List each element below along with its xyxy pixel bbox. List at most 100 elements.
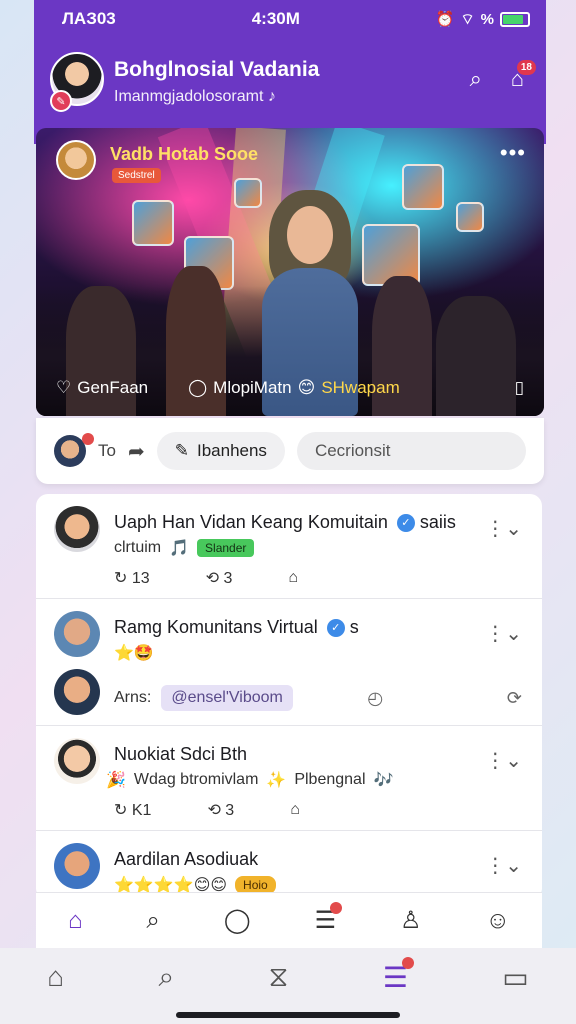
verified-icon: ✓ <box>326 619 345 638</box>
stream-tag: Sedstrel <box>112 168 161 183</box>
home-indicator[interactable] <box>176 1012 400 1018</box>
smile-emoji-icon: 😊 <box>297 378 316 397</box>
bell-icon[interactable]: ⌂ <box>290 801 300 819</box>
post-author-name[interactable]: Nuokiat Sdci Bth <box>114 742 526 766</box>
post-avatar[interactable] <box>54 843 100 889</box>
share-action[interactable]: ⟲ 3 <box>206 568 233 588</box>
comment-icon[interactable]: ◯ <box>188 378 207 398</box>
more-options-icon[interactable]: ••• <box>500 140 526 166</box>
post-menu-icon[interactable]: ⋮⌄ <box>485 748 522 773</box>
post-avatar[interactable] <box>54 506 100 552</box>
share-icon[interactable]: ➦ <box>128 439 145 464</box>
like-icon: ↻ <box>114 802 128 819</box>
wifi-icon: ⌔ <box>460 10 475 28</box>
feed-post[interactable]: Ramg Komunitans Virtual ✓ s ⭐🤩 Arns: @en… <box>36 599 542 726</box>
mention-avatar[interactable] <box>54 669 100 715</box>
post-input-field[interactable]: Cecrionsit <box>296 432 526 470</box>
feed-post[interactable]: Aardilan Asodiuak ⭐⭐⭐⭐😊😊 Hoio ⋮⌄ <box>36 831 542 900</box>
search-tab-icon[interactable]: ⌕ <box>146 907 159 935</box>
post-author-name[interactable]: Ramg Komunitans Virtual <box>114 617 318 637</box>
page-subtitle-text: Imanmgjadolosoramt <box>114 88 264 105</box>
post-author-suffix: s <box>349 617 359 637</box>
feed-nav-icon[interactable]: ☰ <box>383 956 414 994</box>
home-tab-icon[interactable]: ⌂ <box>68 907 83 935</box>
repost-icon[interactable]: ⟳ <box>507 688 522 709</box>
verified-icon: ✓ <box>396 514 415 533</box>
share-count: 3 <box>223 570 233 587</box>
post-menu-icon[interactable]: ⋮⌄ <box>485 621 522 646</box>
bookmark-icon[interactable]: ▯ <box>515 378 524 398</box>
profile-tab-icon[interactable]: ♙ <box>400 906 422 935</box>
messages-nav-icon[interactable]: ▭ <box>502 961 528 994</box>
share-count: 3 <box>225 802 235 819</box>
bell-icon[interactable]: ⌂ <box>288 569 298 587</box>
presenter-face <box>287 206 333 264</box>
live-badge-icon: ✎ <box>50 90 72 112</box>
floating-photo-card <box>132 200 174 246</box>
post-meta-text: clrtuim <box>114 539 162 556</box>
like-count: 13 <box>131 570 150 587</box>
timeline-nav-icon[interactable]: ⧖ <box>269 961 289 994</box>
stream-actions: ♡ GenFaan ◯ MlopiMatn 😊 SHwapam ▯ <box>36 378 544 398</box>
post-menu-icon[interactable]: ⋮⌄ <box>485 516 522 541</box>
app-tab-bar: ⌂ ⌕ ◯ ☰ ♙ ☺ <box>36 892 542 948</box>
share-chip[interactable]: ✎ Ibanhens <box>156 432 285 470</box>
alarm-icon: ⏰ <box>435 11 455 28</box>
like-icon[interactable]: ♡ <box>56 378 71 398</box>
music-emoji-icon: 🎵 <box>169 540 190 557</box>
post-author: Ramg Komunitans Virtual ✓ s <box>114 615 526 639</box>
pencil-icon: ✎ <box>174 441 189 460</box>
to-label: To <box>98 441 116 460</box>
post-actions: ↻ 13 ⟲ 3 ⌂ <box>114 568 526 588</box>
post-author-name[interactable]: Uaph Han Vidan Keang Komuitain <box>114 512 388 532</box>
like-icon: ↻ <box>114 570 128 587</box>
share-action[interactable]: ⟲ 3 <box>207 800 234 820</box>
mention-row: Arns: @ensel'Viboom ◴ ⟳ <box>114 685 522 711</box>
post-emojis: ⭐🤩 <box>114 645 154 662</box>
floating-photo-card <box>234 178 262 208</box>
home-nav-icon[interactable]: ⌂ <box>47 961 64 993</box>
page-subtitle: Imanmgjadolosoramt ♪ <box>114 88 276 106</box>
music-emoji-icon: 🎶 <box>373 772 394 789</box>
live-stream-card[interactable]: Vadb Hotab Sooe Sedstrel ••• ♡ GenFaan ◯… <box>36 128 544 416</box>
emoji-button[interactable]: SHwapam <box>321 378 399 398</box>
timer-icon[interactable]: ◴ <box>367 688 383 709</box>
like-button[interactable]: GenFaan <box>77 378 148 398</box>
mention-chip[interactable]: @ensel'Viboom <box>161 685 293 711</box>
post-avatar[interactable] <box>54 738 100 784</box>
post-avatar[interactable] <box>54 611 100 657</box>
search-nav-icon[interactable]: ⌕ <box>159 961 175 994</box>
post-meta: 🎉 Wdag btromivlam ✨ Plbengnal 🎶 <box>106 770 526 790</box>
status-indicators: ⏰ ⌔ % <box>436 10 530 29</box>
friends-tab-icon[interactable]: ☺ <box>486 907 511 935</box>
battery-icon <box>500 11 530 27</box>
post-composer: To ➦ ✎ Ibanhens Cecrionsit <box>36 418 544 484</box>
post-author-suffix: saiis <box>419 512 456 532</box>
clock-label: 4:30M <box>251 9 300 28</box>
retweet-icon: ⟲ <box>207 802 221 819</box>
post-author-name[interactable]: Aardilan Asodiuak <box>114 847 526 871</box>
retweet-icon: ⟲ <box>205 570 220 587</box>
comment-button[interactable]: MlopiMatn <box>213 378 291 398</box>
mention-actions: ◴ ⟳ <box>367 688 522 709</box>
floating-photo-card <box>402 164 444 210</box>
feed-post[interactable]: Uaph Han Vidan Keang Komuitain ✓ saiis c… <box>36 494 542 599</box>
chat-tab-icon[interactable]: ◯ <box>224 906 251 935</box>
like-action[interactable]: ↻ 13 <box>114 568 150 588</box>
carrier-label: ЛАЗ03 <box>62 9 116 28</box>
search-icon[interactable]: ⌕ <box>470 66 482 92</box>
emoji-group-icon: 🎉 <box>106 772 126 789</box>
feed-post[interactable]: Nuokiat Sdci Bth 🎉 Wdag btromivlam ✨ Plb… <box>36 726 542 831</box>
news-tab-icon[interactable]: ☰ <box>315 902 342 935</box>
host-avatar[interactable] <box>56 140 96 180</box>
stream-title: Vadb Hotab Sooe <box>110 144 259 164</box>
post-author: Uaph Han Vidan Keang Komuitain ✓ saiis <box>114 510 526 534</box>
mention-label: Arns: <box>114 689 152 706</box>
feed-list: Uaph Han Vidan Keang Komuitain ✓ saiis c… <box>36 494 542 900</box>
like-action[interactable]: ↻ K1 <box>114 800 151 820</box>
post-menu-icon[interactable]: ⋮⌄ <box>485 853 522 878</box>
floating-photo-card <box>456 202 484 232</box>
page-title: Bohglnosial Vadania <box>114 58 320 81</box>
sparkle-emoji-icon: ✨ <box>266 772 287 789</box>
post-meta: clrtuim 🎵 Slander <box>114 538 526 558</box>
